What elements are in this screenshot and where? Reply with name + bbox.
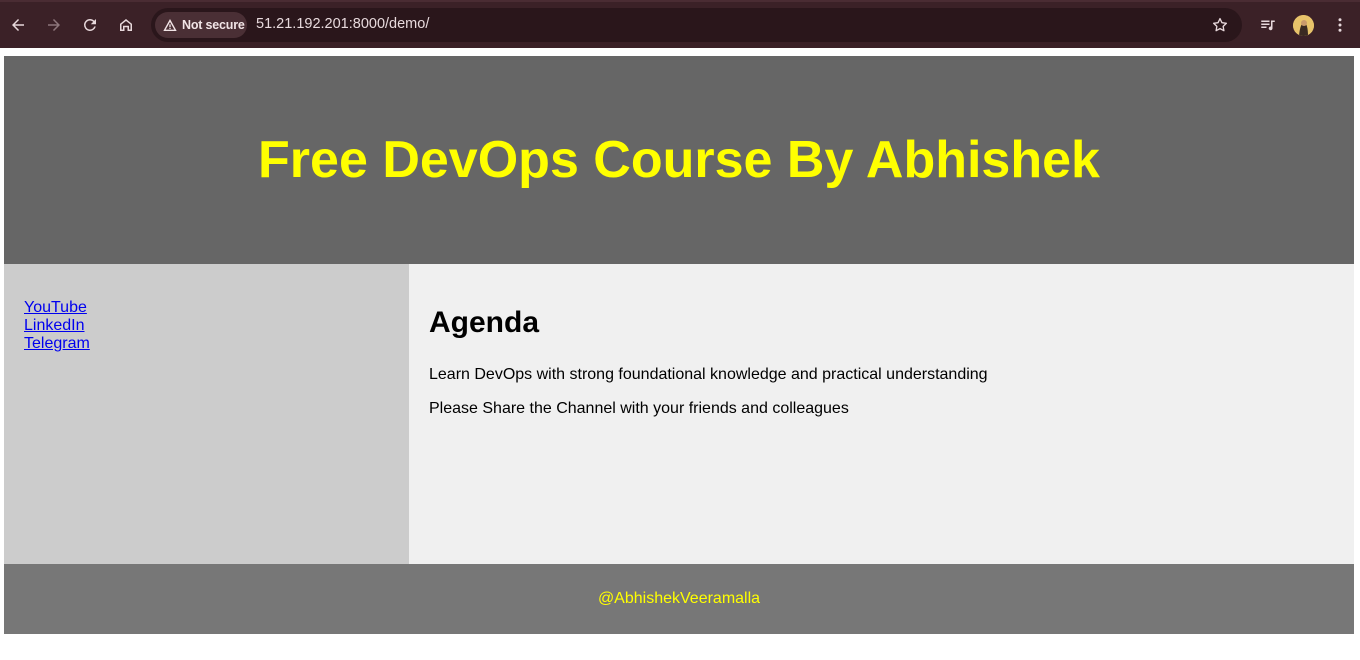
main-content: Agenda Learn DevOps with strong foundati… [409, 264, 1354, 564]
page-header: Free DevOps Course By Abhishek [4, 56, 1354, 264]
warning-icon [163, 19, 177, 31]
bookmark-button[interactable] [1208, 13, 1232, 37]
footer-handle: @AbhishekVeeramalla [597, 590, 761, 607]
forward-icon [48, 19, 60, 31]
url-text[interactable]: 51.21.192.201:8000/demo/ [256, 16, 429, 32]
avatar[interactable] [1293, 15, 1314, 36]
back-button[interactable] [4, 11, 32, 39]
agenda-heading: Agenda [429, 306, 540, 339]
back-icon [12, 19, 24, 31]
menu-icon [1338, 18, 1342, 32]
browser-toolbar: Not secure 51.21.192.201:8000/demo/ [0, 0, 1360, 48]
avatar-image [1293, 15, 1314, 36]
address-bar[interactable]: Not secure 51.21.192.201:8000/demo/ [151, 8, 1242, 42]
web-page: Free DevOps Course By Abhishek YouTube L… [0, 48, 1360, 660]
sidebar: YouTube LinkedIn Telegram [4, 264, 409, 564]
security-chip[interactable]: Not secure [155, 12, 247, 38]
reading-list-button[interactable] [1255, 12, 1281, 38]
security-label: Not secure [182, 18, 245, 32]
star-icon [1212, 17, 1228, 32]
reload-icon [83, 18, 96, 31]
page-title: Free DevOps Course By Abhishek [258, 131, 1100, 189]
home-icon [120, 19, 132, 31]
forward-button[interactable] [40, 11, 68, 39]
menu-button[interactable] [1327, 12, 1353, 38]
page-footer: @AbhishekVeeramalla [4, 564, 1354, 634]
reading-list-icon [1261, 20, 1275, 31]
home-button[interactable] [112, 11, 140, 39]
youtube-link[interactable]: YouTube [24, 299, 389, 317]
agenda-paragraph-1: Learn DevOps with strong foundational kn… [429, 366, 988, 383]
telegram-link[interactable]: Telegram [24, 335, 389, 353]
linkedin-link[interactable]: LinkedIn [24, 317, 389, 335]
reload-button[interactable] [76, 11, 104, 39]
agenda-paragraph-2: Please Share the Channel with your frien… [429, 400, 849, 417]
